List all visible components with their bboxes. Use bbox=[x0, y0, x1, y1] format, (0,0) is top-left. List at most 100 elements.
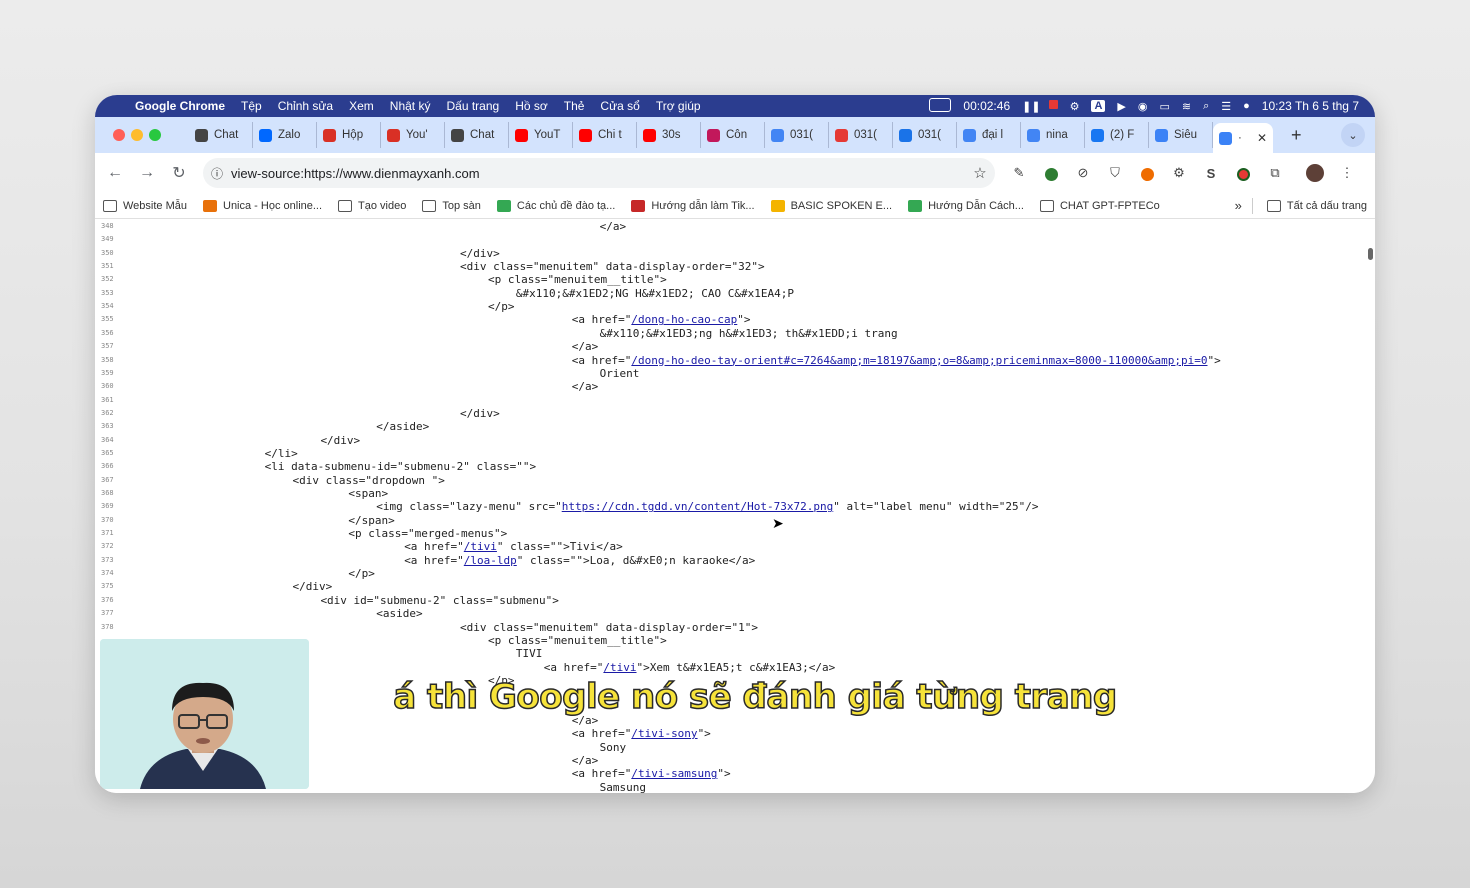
shield-extension-icon[interactable]: ⛉ bbox=[1099, 165, 1131, 181]
back-button[interactable]: ← bbox=[99, 164, 131, 182]
line-number: 362 bbox=[101, 408, 114, 417]
menu-item[interactable]: Xem bbox=[341, 99, 382, 113]
search-icon[interactable]: ⌕ bbox=[1203, 100, 1209, 113]
bookmark-item[interactable]: Top sàn bbox=[414, 199, 489, 212]
close-window-button[interactable] bbox=[113, 129, 125, 141]
bookmark-item[interactable]: Tạo video bbox=[330, 199, 414, 212]
screen-record-icon[interactable] bbox=[929, 97, 952, 115]
browser-tab[interactable]: 031( bbox=[829, 122, 893, 148]
colorful-extension-icon[interactable] bbox=[1131, 165, 1163, 181]
address-bar[interactable]: ⓘ view-source:https://www.dienmayxanh.co… bbox=[203, 158, 995, 188]
s-extension-icon[interactable]: S bbox=[1195, 166, 1227, 181]
browser-tab[interactable]: Chat bbox=[445, 122, 509, 148]
bookmark-item[interactable]: Website Mẫu bbox=[95, 199, 195, 212]
browser-tab[interactable]: Côn bbox=[701, 122, 765, 148]
pause-icon[interactable]: ❚❚ bbox=[1022, 100, 1040, 113]
browser-tab[interactable]: Siêu bbox=[1149, 122, 1213, 148]
browser-tab[interactable]: 031( bbox=[893, 122, 957, 148]
unica-icon bbox=[203, 199, 217, 212]
browser-tab[interactable]: (2) F bbox=[1085, 122, 1149, 148]
menu-item[interactable]: Tệp bbox=[233, 99, 270, 113]
menubar-datetime[interactable]: 10:23 Th 6 5 thg 7 bbox=[1262, 99, 1359, 113]
browser-tab[interactable]: YouT bbox=[509, 122, 573, 148]
eyedropper-extension-icon[interactable]: ✎ bbox=[1003, 165, 1035, 181]
source-link[interactable]: https://cdn.tgdd.vn/content/Hot-73x72.pn… bbox=[562, 500, 834, 513]
settings-extension-icon[interactable]: ⚙ bbox=[1163, 165, 1195, 181]
line-number: 364 bbox=[101, 435, 114, 444]
menu-item[interactable]: Trợ giúp bbox=[648, 99, 709, 113]
user-icon[interactable]: ◉ bbox=[1138, 100, 1148, 113]
source-link[interactable]: /loa-ldp bbox=[464, 554, 517, 567]
bookmark-item[interactable]: Unica - Học online... bbox=[195, 199, 330, 212]
bookmark-item[interactable]: CHAT GPT-FPTECo bbox=[1032, 199, 1168, 212]
wifi-icon[interactable]: ≋ bbox=[1182, 100, 1191, 113]
source-code: TIVI bbox=[515, 647, 543, 661]
source-code: <a href="/tivi" class="">Tivi</a> bbox=[404, 540, 623, 553]
source-link[interactable]: /tivi bbox=[464, 540, 497, 553]
battery-icon[interactable]: ▭ bbox=[1159, 100, 1169, 113]
zoom-window-button[interactable] bbox=[149, 129, 161, 141]
minimize-window-button[interactable] bbox=[131, 129, 143, 141]
all-bookmarks-folder[interactable]: Tất cả dấu trang bbox=[1259, 199, 1375, 212]
browser-tab[interactable]: 30s bbox=[637, 122, 701, 148]
menu-item[interactable]: Dấu trang bbox=[438, 99, 507, 113]
source-link[interactable]: /dong-ho-deo-tay-orient#c=7264&amp;m=181… bbox=[631, 354, 1207, 367]
menu-item[interactable]: Hồ sơ bbox=[507, 99, 556, 113]
site-info-icon[interactable]: ⓘ bbox=[203, 165, 231, 182]
menu-item[interactable]: Cửa sổ bbox=[592, 99, 647, 113]
play-icon[interactable]: ▶ bbox=[1117, 100, 1125, 113]
bookmark-item[interactable]: Hướng Dẫn Cách... bbox=[900, 199, 1032, 212]
browser-tab[interactable]: Chi t bbox=[573, 122, 637, 148]
record-extension-icon[interactable] bbox=[1227, 165, 1259, 181]
chatgpt-menu-icon[interactable]: ⚙ bbox=[1070, 100, 1080, 113]
new-tab-button[interactable]: + bbox=[1291, 125, 1302, 146]
recording-timer: 00:02:46 bbox=[963, 99, 1011, 113]
code-text: "> bbox=[717, 767, 731, 781]
line-number: 372 bbox=[101, 542, 114, 551]
bookmark-label: Các chủ đề đào tạ... bbox=[516, 199, 616, 212]
url-text[interactable]: view-source:https://www.dienmayxanh.com bbox=[231, 166, 965, 181]
browser-tab[interactable]: 031( bbox=[765, 122, 829, 148]
bookmark-star-icon[interactable]: ☆ bbox=[965, 164, 995, 182]
more-menu-icon[interactable]: ⋮ bbox=[1331, 165, 1363, 181]
input-source-indicator[interactable]: A bbox=[1091, 100, 1106, 112]
menu-item[interactable]: Nhật ký bbox=[382, 99, 439, 113]
bookmark-item[interactable]: Các chủ đề đào tạ... bbox=[489, 199, 623, 212]
globe-extension-icon[interactable] bbox=[1035, 165, 1067, 181]
profile-avatar[interactable] bbox=[1299, 164, 1331, 182]
tab-title: 031( bbox=[854, 129, 878, 141]
extensions-puzzle-icon[interactable]: ⧉ bbox=[1259, 165, 1291, 181]
siri-icon[interactable]: ● bbox=[1243, 100, 1250, 112]
stop-icon[interactable] bbox=[1048, 100, 1058, 112]
browser-tab[interactable]: Zalo bbox=[253, 122, 317, 148]
control-center-icon[interactable]: ☰ bbox=[1221, 100, 1231, 113]
line-number: 350 bbox=[101, 248, 114, 257]
menu-item[interactable]: Chỉnh sửa bbox=[270, 99, 341, 113]
source-code: </aside> bbox=[376, 420, 430, 434]
more-bookmarks-icon[interactable]: » bbox=[1225, 198, 1252, 213]
source-link[interactable]: /tivi-samsung bbox=[631, 767, 717, 780]
source-link[interactable]: /tivi-sony bbox=[631, 727, 697, 740]
line-number: 367 bbox=[101, 475, 114, 484]
tab-search-button[interactable]: ⌄ bbox=[1341, 123, 1365, 147]
bookmark-label: BASIC SPOKEN E... bbox=[790, 199, 893, 212]
menu-item[interactable]: Thẻ bbox=[556, 99, 593, 113]
browser-tab[interactable]: You' bbox=[381, 122, 445, 148]
bookmark-item[interactable]: BASIC SPOKEN E... bbox=[763, 199, 900, 212]
browser-tab[interactable]: Hộp bbox=[317, 122, 381, 148]
reload-button[interactable]: ↻ bbox=[163, 163, 195, 183]
browser-tab[interactable]: nina bbox=[1021, 122, 1085, 148]
scrollbar-thumb[interactable] bbox=[1368, 248, 1373, 260]
forward-button[interactable]: → bbox=[131, 164, 163, 182]
source-link[interactable]: /dong-ho-cao-cap bbox=[631, 313, 737, 326]
browser-tab[interactable]: đại l bbox=[957, 122, 1021, 148]
app-name[interactable]: Google Chrome bbox=[125, 99, 233, 113]
active-tab[interactable]: · ✕ bbox=[1213, 123, 1273, 153]
source-code: </div> bbox=[460, 246, 500, 260]
close-tab-icon[interactable]: ✕ bbox=[1257, 131, 1267, 145]
compass-extension-icon[interactable]: ⊘ bbox=[1067, 165, 1099, 181]
browser-tab[interactable]: Chat bbox=[189, 122, 253, 148]
source-link[interactable]: /tivi bbox=[603, 661, 636, 674]
line-number: 373 bbox=[101, 555, 114, 564]
bookmark-item[interactable]: Hướng dẫn làm Tik... bbox=[623, 199, 762, 212]
